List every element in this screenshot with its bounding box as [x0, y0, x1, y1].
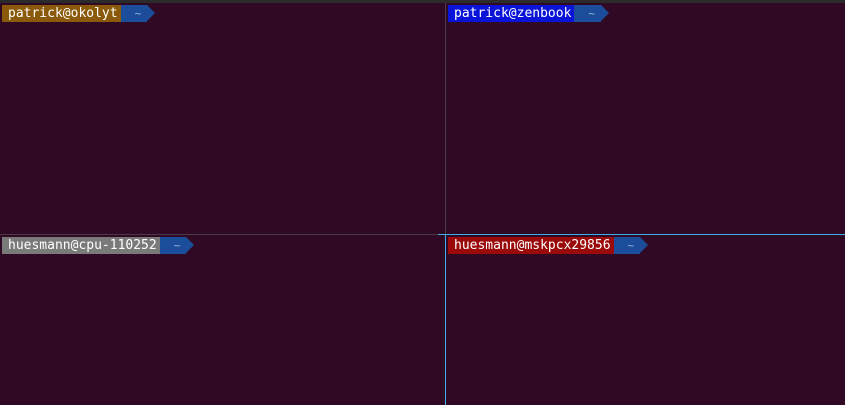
prompt-user-host: huesmann@cpu-110252 — [8, 238, 157, 253]
prompt-user-host: patrick@okolyt — [8, 6, 118, 21]
prompt-user-host: huesmann@mskpcx29856 — [454, 238, 611, 253]
prompt-user-host-segment: patrick@zenbook — [448, 5, 583, 22]
pane-divider-vertical-top[interactable] — [445, 3, 446, 234]
prompt-directory-segment: ~ — [613, 237, 648, 254]
prompt-user-host: patrick@zenbook — [454, 6, 572, 21]
prompt-directory-segment: ~ — [120, 5, 155, 22]
prompt-directory: ~ — [134, 7, 142, 20]
shell-prompt: patrick@zenbook ~ — [448, 5, 609, 22]
prompt-directory: ~ — [588, 7, 596, 20]
shell-prompt: huesmann@mskpcx29856 ~ — [448, 237, 648, 254]
shell-prompt: patrick@okolyt ~ — [2, 5, 155, 22]
prompt-directory-segment: ~ — [159, 237, 194, 254]
prompt-directory-segment: ~ — [574, 5, 609, 22]
prompt-directory: ~ — [627, 239, 635, 252]
prompt-user-host-segment: huesmann@cpu-110252 — [2, 237, 168, 254]
prompt-user-host-segment: patrick@okolyt — [2, 5, 129, 22]
terminal-pane-bottom-right[interactable]: huesmann@mskpcx29856 ~ — [446, 235, 845, 405]
terminal-pane-bottom-left[interactable]: huesmann@cpu-110252 ~ — [0, 235, 445, 405]
terminal-pane-top-left[interactable]: patrick@okolyt ~ — [0, 3, 445, 234]
shell-prompt: huesmann@cpu-110252 ~ — [2, 237, 194, 254]
pane-divider-horizontal-left[interactable] — [0, 234, 445, 235]
pane-divider-horizontal-right-active[interactable] — [438, 234, 845, 235]
prompt-user-host-segment: huesmann@mskpcx29856 — [448, 237, 622, 254]
pane-divider-vertical-bottom-active[interactable] — [445, 234, 446, 405]
terminal-pane-top-right[interactable]: patrick@zenbook ~ — [446, 3, 845, 234]
prompt-directory: ~ — [173, 239, 181, 252]
